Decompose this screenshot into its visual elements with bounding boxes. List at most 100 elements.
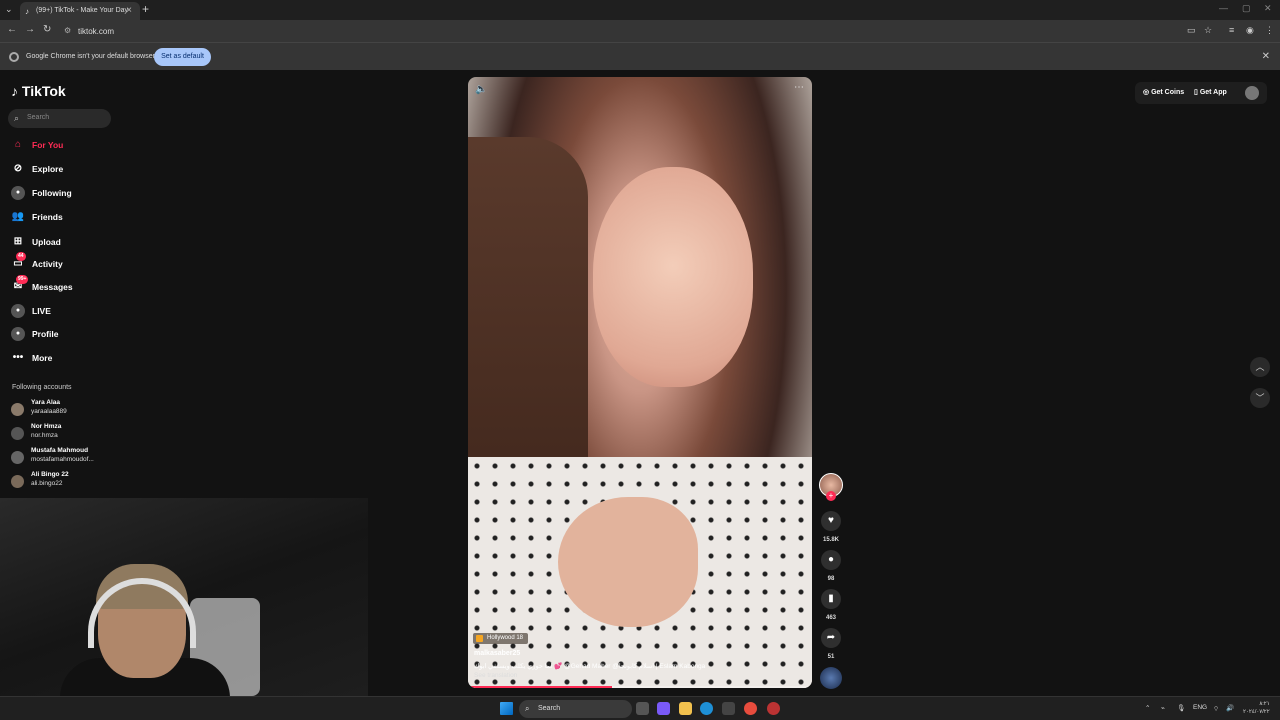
following-account-item[interactable]: Mustafa Mahmoud mostafamahmoudof...	[11, 447, 111, 467]
get-app-label: Get App	[1199, 89, 1227, 96]
following-account-item[interactable]: Nor Hmza nor.hmza	[11, 423, 111, 443]
music-disc-icon[interactable]	[820, 667, 842, 689]
chrome-icon[interactable]	[744, 702, 757, 715]
media-controls-icon[interactable]: ≡	[1229, 25, 1234, 35]
get-app-button[interactable]: ▯ Get App	[1194, 88, 1227, 96]
see-translation-link[interactable]: See translation	[474, 672, 517, 679]
get-coins-button[interactable]: ◎ Get Coins	[1143, 88, 1184, 96]
copilot-icon[interactable]	[657, 702, 670, 715]
network-icon[interactable]: ⌁	[1161, 704, 1165, 712]
infobar-message: Google Chrome isn't your default browser	[26, 53, 155, 60]
reload-icon[interactable]: ↻	[43, 24, 51, 35]
video-player[interactable]: 🔈 ⋯ Hollywood 18 malkasaber25 لما حوزي ي…	[468, 77, 812, 688]
speaker-icon[interactable]: 🔊	[1226, 704, 1234, 712]
more-dots-icon: •••	[12, 352, 24, 363]
nav-label: More	[32, 353, 53, 363]
nav-explore[interactable]: ⊘ Explore	[11, 162, 63, 176]
profile-avatar-icon: ●	[11, 327, 25, 341]
avatar	[11, 475, 24, 488]
nav-following[interactable]: ● Following	[11, 186, 72, 200]
account-name: Yara Alaa	[31, 399, 61, 406]
window-close-icon[interactable]: ✕	[1264, 3, 1272, 14]
tab-search-icon[interactable]: ⌄	[5, 4, 13, 15]
video-author[interactable]: malkasaber25	[474, 650, 520, 657]
live-avatar-icon: ●	[11, 304, 25, 318]
nav-upload[interactable]: ⊞ Upload	[11, 235, 61, 249]
new-tab-button[interactable]: +	[142, 2, 149, 16]
nav-label: Friends	[32, 212, 63, 222]
language-indicator[interactable]: ENG	[1193, 704, 1207, 711]
get-coins-label: Get Coins	[1151, 89, 1185, 96]
video-progress-bar[interactable]	[468, 686, 812, 688]
comment-icon[interactable]: ●	[821, 550, 841, 570]
following-avatar-icon: ●	[11, 186, 25, 200]
edge-icon[interactable]	[700, 702, 713, 715]
friends-icon: 👥	[11, 211, 25, 222]
compass-icon: ⊘	[13, 163, 23, 174]
set-as-default-button[interactable]: Set as default	[154, 48, 211, 66]
following-account-item[interactable]: Ali Bingo 22 ali.bingo22	[11, 471, 111, 491]
like-heart-icon[interactable]: ♥	[821, 511, 841, 531]
browser-tab[interactable]: ♪ (99+) TikTok - Make Your Day ×	[20, 2, 140, 20]
video-subject-face	[593, 167, 753, 387]
tray-chevron-up-icon[interactable]: ⌃	[1145, 704, 1150, 712]
follow-plus-icon[interactable]: +	[826, 491, 836, 501]
address-bar[interactable]: ⚙ tiktok.com	[60, 22, 1170, 40]
tiktok-note-icon: ♪	[11, 83, 18, 99]
taskbar-clock[interactable]: ٨:٢١ ٢٠٢٤/٠٧/٢٢	[1243, 700, 1270, 716]
nav-label: Messages	[32, 282, 73, 292]
bookmark-star-icon[interactable]: ☆	[1204, 25, 1212, 36]
bookmark-icon[interactable]: ▮	[821, 589, 841, 609]
volume-icon[interactable]: 🔈	[475, 84, 487, 95]
save-count: 463	[825, 615, 836, 621]
site-info-icon[interactable]: ⚙	[64, 26, 71, 35]
cast-icon[interactable]: ▭	[1187, 25, 1196, 36]
activity-badge: 44	[16, 252, 26, 261]
forward-arrow-icon[interactable]: →	[25, 24, 35, 35]
taskbar-search-input[interactable]: ⌕ Search	[519, 700, 632, 718]
maximize-icon[interactable]: ▢	[1242, 3, 1251, 14]
avatar[interactable]	[1245, 86, 1259, 100]
nav-profile[interactable]: ● Profile	[11, 327, 58, 341]
search-input[interactable]: ⌕ Search	[8, 109, 111, 128]
chrome-menu-icon[interactable]: ⋮	[1265, 25, 1274, 36]
profile-icon[interactable]: ◉	[1246, 25, 1254, 36]
nav-label: Following	[32, 188, 72, 198]
close-icon[interactable]: ×	[126, 5, 132, 16]
nav-for-you[interactable]: ⌂ For You	[11, 138, 63, 152]
previous-video-chevron-up-icon[interactable]: ︿	[1250, 357, 1270, 377]
windows-start-icon[interactable]	[500, 702, 513, 715]
avatar	[11, 427, 24, 440]
microphone-icon[interactable]: 🎙	[1177, 704, 1185, 712]
sidebar: ♪ TikTok ⌕ Search ⌂ For You ⊘ Explore ● …	[0, 70, 118, 498]
nav-friends[interactable]: 👥 Friends	[11, 210, 63, 224]
upload-plus-icon: ⊞	[13, 236, 23, 247]
tiktok-logo[interactable]: ♪ TikTok	[11, 83, 66, 99]
infobar-close-icon[interactable]: ✕	[1262, 51, 1270, 62]
store-icon[interactable]	[722, 702, 735, 715]
home-icon: ⌂	[14, 139, 22, 150]
nav-activity[interactable]: ▭ 44 Activity	[11, 252, 63, 271]
opera-icon[interactable]	[767, 702, 780, 715]
more-options-icon[interactable]: ⋯	[794, 82, 804, 93]
video-tag[interactable]: Hollywood 18	[473, 633, 529, 644]
nav-messages[interactable]: ✉ 99+ Messages	[11, 275, 73, 294]
following-accounts-title: Following accounts	[12, 384, 72, 391]
next-video-chevron-down-icon[interactable]: ﹀	[1250, 388, 1270, 408]
tiktok-favicon-icon: ♪	[25, 7, 29, 16]
logo-text: TikTok	[21, 83, 66, 99]
coin-icon: ◎	[1143, 89, 1150, 96]
search-icon: ⌕	[14, 113, 20, 123]
tag-label: Hollywood 18	[487, 635, 524, 641]
account-username: yaraalaa889	[31, 408, 67, 415]
share-arrow-icon[interactable]: ➦	[821, 628, 841, 648]
task-view-icon[interactable]	[636, 702, 649, 715]
tag-icon	[476, 635, 483, 642]
file-explorer-icon[interactable]	[679, 702, 692, 715]
minimize-icon[interactable]: —	[1219, 3, 1228, 13]
nav-live[interactable]: ● LIVE	[11, 304, 51, 318]
back-arrow-icon[interactable]: ←	[7, 24, 17, 35]
nav-more[interactable]: ••• More	[11, 351, 53, 365]
wifi-icon[interactable]: ⌔	[1213, 704, 1219, 713]
following-account-item[interactable]: Yara Alaa yaraalaa889	[11, 399, 111, 419]
